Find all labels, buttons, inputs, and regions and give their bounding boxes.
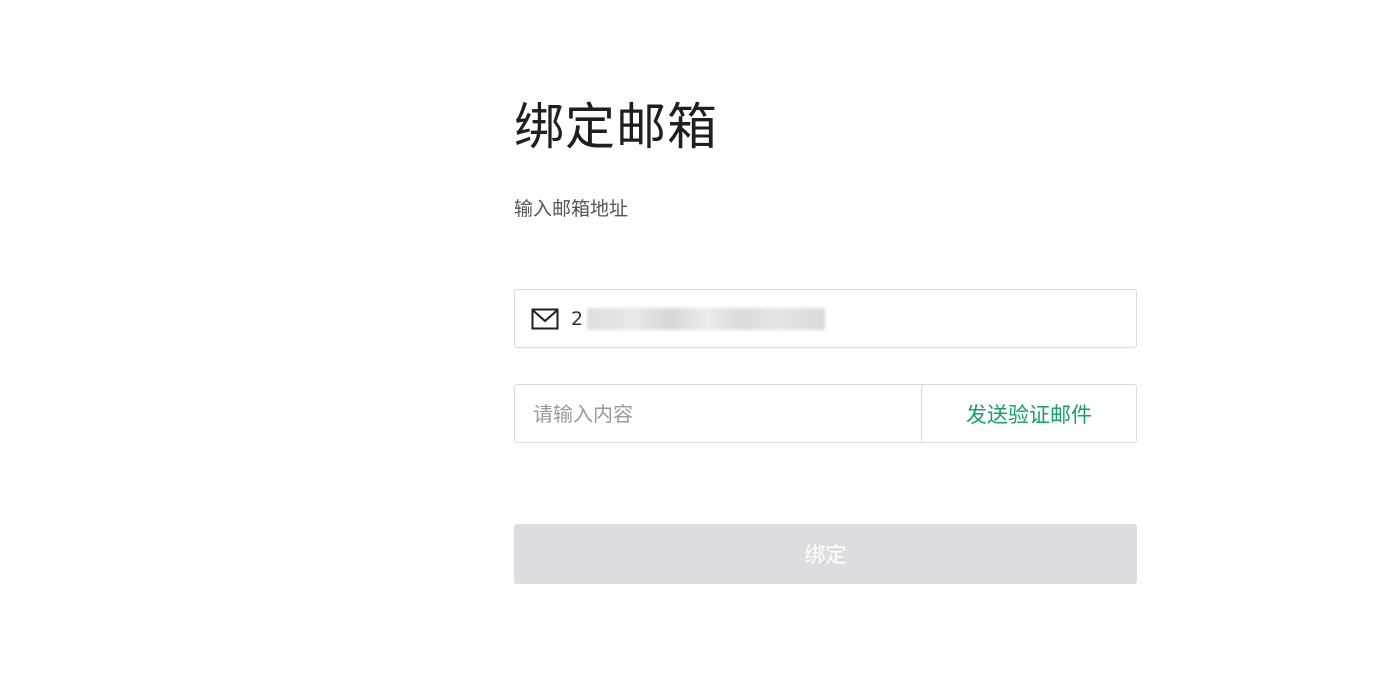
email-visible-prefix: 2 [571, 307, 584, 330]
bind-email-form: 绑定邮箱 输入邮箱地址 2 发送验证邮件 绑定 [514, 90, 1137, 584]
email-redaction-mask [587, 307, 826, 330]
mail-icon [531, 308, 559, 330]
verification-code-input[interactable] [514, 384, 934, 443]
send-verification-email-button[interactable]: 发送验证邮件 [921, 384, 1137, 443]
bind-email-page: 绑定邮箱 输入邮箱地址 2 发送验证邮件 绑定 [0, 0, 1375, 696]
email-value: 2 [571, 307, 826, 330]
page-subtitle: 输入邮箱地址 [514, 198, 629, 220]
verification-row: 发送验证邮件 [514, 384, 1137, 443]
email-field[interactable]: 2 [514, 289, 1137, 348]
bind-button[interactable]: 绑定 [514, 524, 1137, 584]
page-title: 绑定邮箱 [514, 98, 718, 156]
